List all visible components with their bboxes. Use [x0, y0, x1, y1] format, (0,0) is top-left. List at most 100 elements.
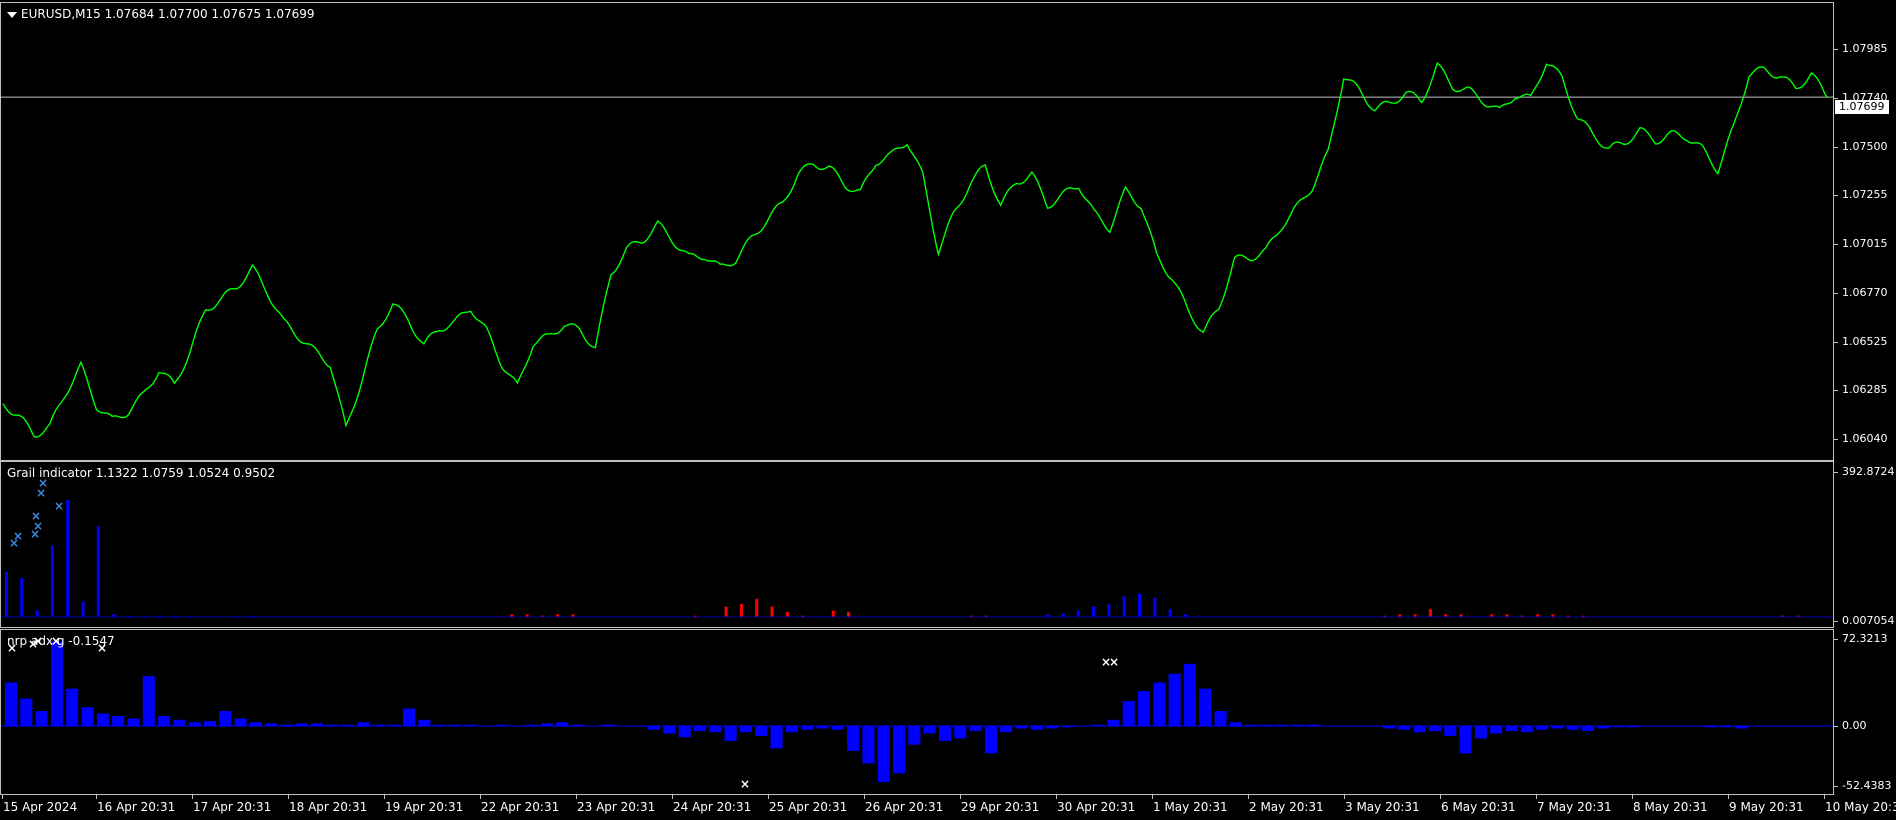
price-scale-grail[interactable]: 392.8724 0.007054	[1834, 461, 1896, 628]
nrp-bar	[1444, 726, 1457, 736]
grail-bar	[96, 526, 100, 617]
nrp-bar	[1536, 726, 1549, 730]
time-label: 24 Apr 20:31	[671, 795, 752, 814]
nrp-bar	[1474, 726, 1487, 739]
price-tick: 1.06285	[1834, 383, 1896, 397]
nrp-bar	[1566, 726, 1579, 730]
nrp-bar	[1030, 726, 1043, 730]
current-price-label: 1.07699	[1835, 100, 1889, 114]
indicator-tick: 0.007054	[1834, 614, 1896, 628]
nrp-bar	[693, 726, 706, 731]
nrp-bar	[1520, 726, 1533, 733]
nrp-bar	[112, 716, 125, 726]
grail-bar	[35, 610, 39, 617]
price-tick: 1.07015	[1834, 237, 1896, 251]
time-label: 8 May 20:31	[1632, 795, 1708, 814]
time-label: 16 Apr 20:31	[95, 795, 176, 814]
grail-bar	[1122, 596, 1126, 617]
nrp-bar	[1229, 722, 1242, 726]
nrp-bar	[50, 641, 63, 726]
time-label: 22 Apr 20:31	[479, 795, 560, 814]
grail-bar	[770, 606, 774, 617]
price-tick: 1.07985	[1834, 42, 1896, 56]
grail-bar	[755, 598, 759, 617]
signal-marker: ×	[13, 529, 23, 543]
time-label: 25 Apr 20:31	[767, 795, 848, 814]
grail-bar	[1428, 609, 1432, 617]
indicator-tick: 0.00	[1834, 719, 1896, 733]
grail-indicator-title: Grail indicator 1.1322 1.0759 1.0524 0.9…	[7, 466, 276, 480]
nrp-bar	[923, 726, 936, 734]
nrp-bar	[142, 676, 155, 726]
nrp-bar	[1413, 726, 1426, 733]
time-label: 30 Apr 20:31	[1055, 795, 1136, 814]
symbol-header: EURUSD,M15 1.07684 1.07700 1.07675 1.076…	[7, 7, 315, 21]
nrp-adx-pane[interactable]: nrp adx g -0.1547 × × × × × × × ×	[0, 629, 1834, 795]
grail-histogram: ×× ××××××	[1, 476, 1833, 618]
nrp-adx-histogram: × ×× × ××××	[1, 634, 1833, 791]
nrp-bar	[188, 722, 201, 726]
nrp-bar	[1428, 726, 1441, 731]
nrp-bar	[234, 718, 247, 726]
nrp-bar	[1582, 726, 1595, 731]
grail-bar	[20, 578, 24, 617]
price-tick: 1.06040	[1834, 432, 1896, 446]
grail-bar	[1061, 613, 1065, 617]
signal-marker: ×	[54, 499, 64, 513]
nrp-bar	[418, 719, 431, 726]
time-label: 15 Apr 2024	[1, 795, 78, 814]
signal-marker: ×	[31, 509, 41, 523]
nrp-bar	[1199, 688, 1212, 726]
price-tick: 1.06770	[1834, 286, 1896, 300]
nrp-bar	[1122, 701, 1135, 726]
time-label: 26 Apr 20:31	[863, 795, 944, 814]
time-label: 9 May 20:31	[1728, 795, 1804, 814]
time-axis[interactable]: 15 Apr 2024 16 Apr 20:31 17 Apr 20:31 18…	[0, 795, 1896, 820]
dropdown-triangle-icon[interactable]	[7, 11, 17, 18]
nrp-bar	[20, 698, 33, 726]
grail-bar	[785, 611, 789, 617]
price-scale-main[interactable]: 1.07985 1.07740 1.07500 1.07255 1.07015 …	[1834, 2, 1896, 461]
grail-bar	[50, 545, 54, 617]
nrp-bar	[5, 682, 17, 726]
nrp-bar	[1490, 726, 1503, 734]
indicator-tick: 392.8724	[1834, 465, 1896, 479]
grail-bar	[1138, 593, 1142, 617]
nrp-bar	[357, 722, 370, 726]
nrp-bar	[770, 726, 783, 749]
nrp-bar	[862, 726, 875, 764]
nrp-bar	[1214, 711, 1227, 726]
price-line-plot	[1, 62, 1833, 438]
price-scale-nrp[interactable]: 72.3213 0.00 -52.4383	[1834, 629, 1896, 795]
grail-bar	[1153, 597, 1157, 617]
price-tick: 1.07255	[1834, 188, 1896, 202]
nrp-bar	[954, 726, 967, 739]
nrp-bar	[1107, 719, 1120, 726]
time-label: 3 May 20:31	[1344, 795, 1420, 814]
grail-indicator-pane[interactable]: Grail indicator 1.1322 1.0759 1.0524 0.9…	[0, 461, 1834, 628]
grail-bar	[847, 611, 851, 617]
nrp-bar	[709, 726, 722, 733]
nrp-bar	[173, 719, 186, 726]
nrp-bar	[403, 708, 416, 726]
time-label: 29 Apr 20:31	[959, 795, 1040, 814]
indicator-tick: 72.3213	[1834, 632, 1896, 646]
nrp-bar	[96, 713, 109, 726]
price-chart-pane[interactable]: EURUSD,M15 1.07684 1.07700 1.07675 1.076…	[0, 2, 1834, 461]
nrp-bar	[755, 726, 768, 736]
nrp-bar	[984, 726, 997, 754]
grail-bar	[1107, 604, 1111, 617]
price-series-line	[2, 62, 1828, 438]
nrp-bar	[1505, 726, 1518, 731]
nrp-bar	[663, 726, 676, 734]
nrp-bar	[219, 711, 232, 726]
nrp-bar	[127, 718, 140, 726]
nrp-bar	[801, 726, 814, 730]
grail-bar	[1092, 606, 1096, 617]
nrp-bar	[739, 726, 752, 733]
nrp-bar	[1153, 682, 1166, 726]
nrp-bar	[249, 722, 262, 726]
grail-bar	[1168, 609, 1172, 617]
symbol-header-text: EURUSD,M15 1.07684 1.07700 1.07675 1.076…	[21, 7, 315, 21]
price-tick: 1.07500	[1834, 140, 1896, 154]
